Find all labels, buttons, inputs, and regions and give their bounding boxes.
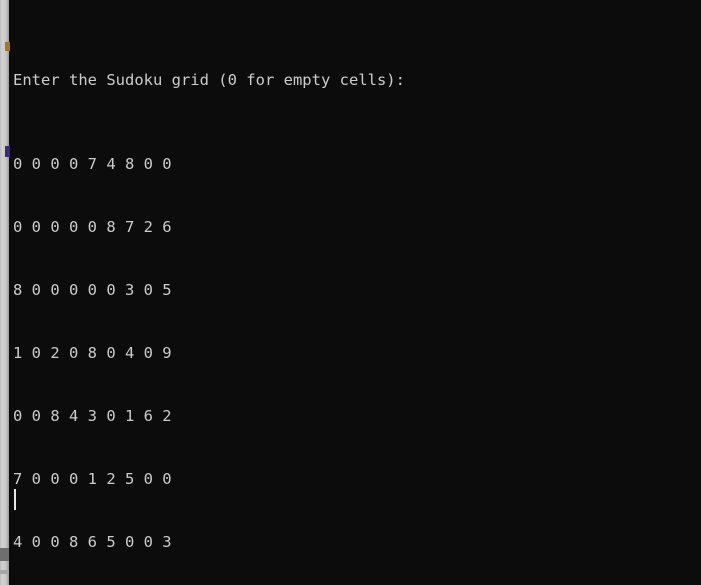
text-cursor xyxy=(14,489,16,510)
window-scrollbar[interactable] xyxy=(0,0,9,585)
window-edge-artifact-amber xyxy=(5,42,10,51)
console-output: Enter the Sudoku grid (0 for empty cells… xyxy=(13,7,693,585)
input-grid-row: 0 0 0 0 7 4 8 0 0 xyxy=(13,155,172,173)
input-grid-row: 4 0 0 8 6 5 0 0 3 xyxy=(13,533,172,551)
input-grid-row: 7 0 0 0 1 2 5 0 0 xyxy=(13,470,172,488)
input-grid-row: 0 0 0 0 0 8 7 2 6 xyxy=(13,218,172,236)
prompt-line: Enter the Sudoku grid (0 for empty cells… xyxy=(13,71,405,89)
console-window: Enter the Sudoku grid (0 for empty cells… xyxy=(0,0,701,585)
input-grid-row: 0 0 8 4 3 0 1 6 2 xyxy=(13,407,172,425)
window-edge-artifact-violet xyxy=(5,146,10,157)
input-grid-row: 8 0 0 0 0 0 3 0 5 xyxy=(13,281,172,299)
scrollbar-thumb[interactable] xyxy=(0,548,9,561)
input-grid-row: 1 0 2 0 8 0 4 0 9 xyxy=(13,344,172,362)
scrollbar-track-mark xyxy=(0,570,9,574)
